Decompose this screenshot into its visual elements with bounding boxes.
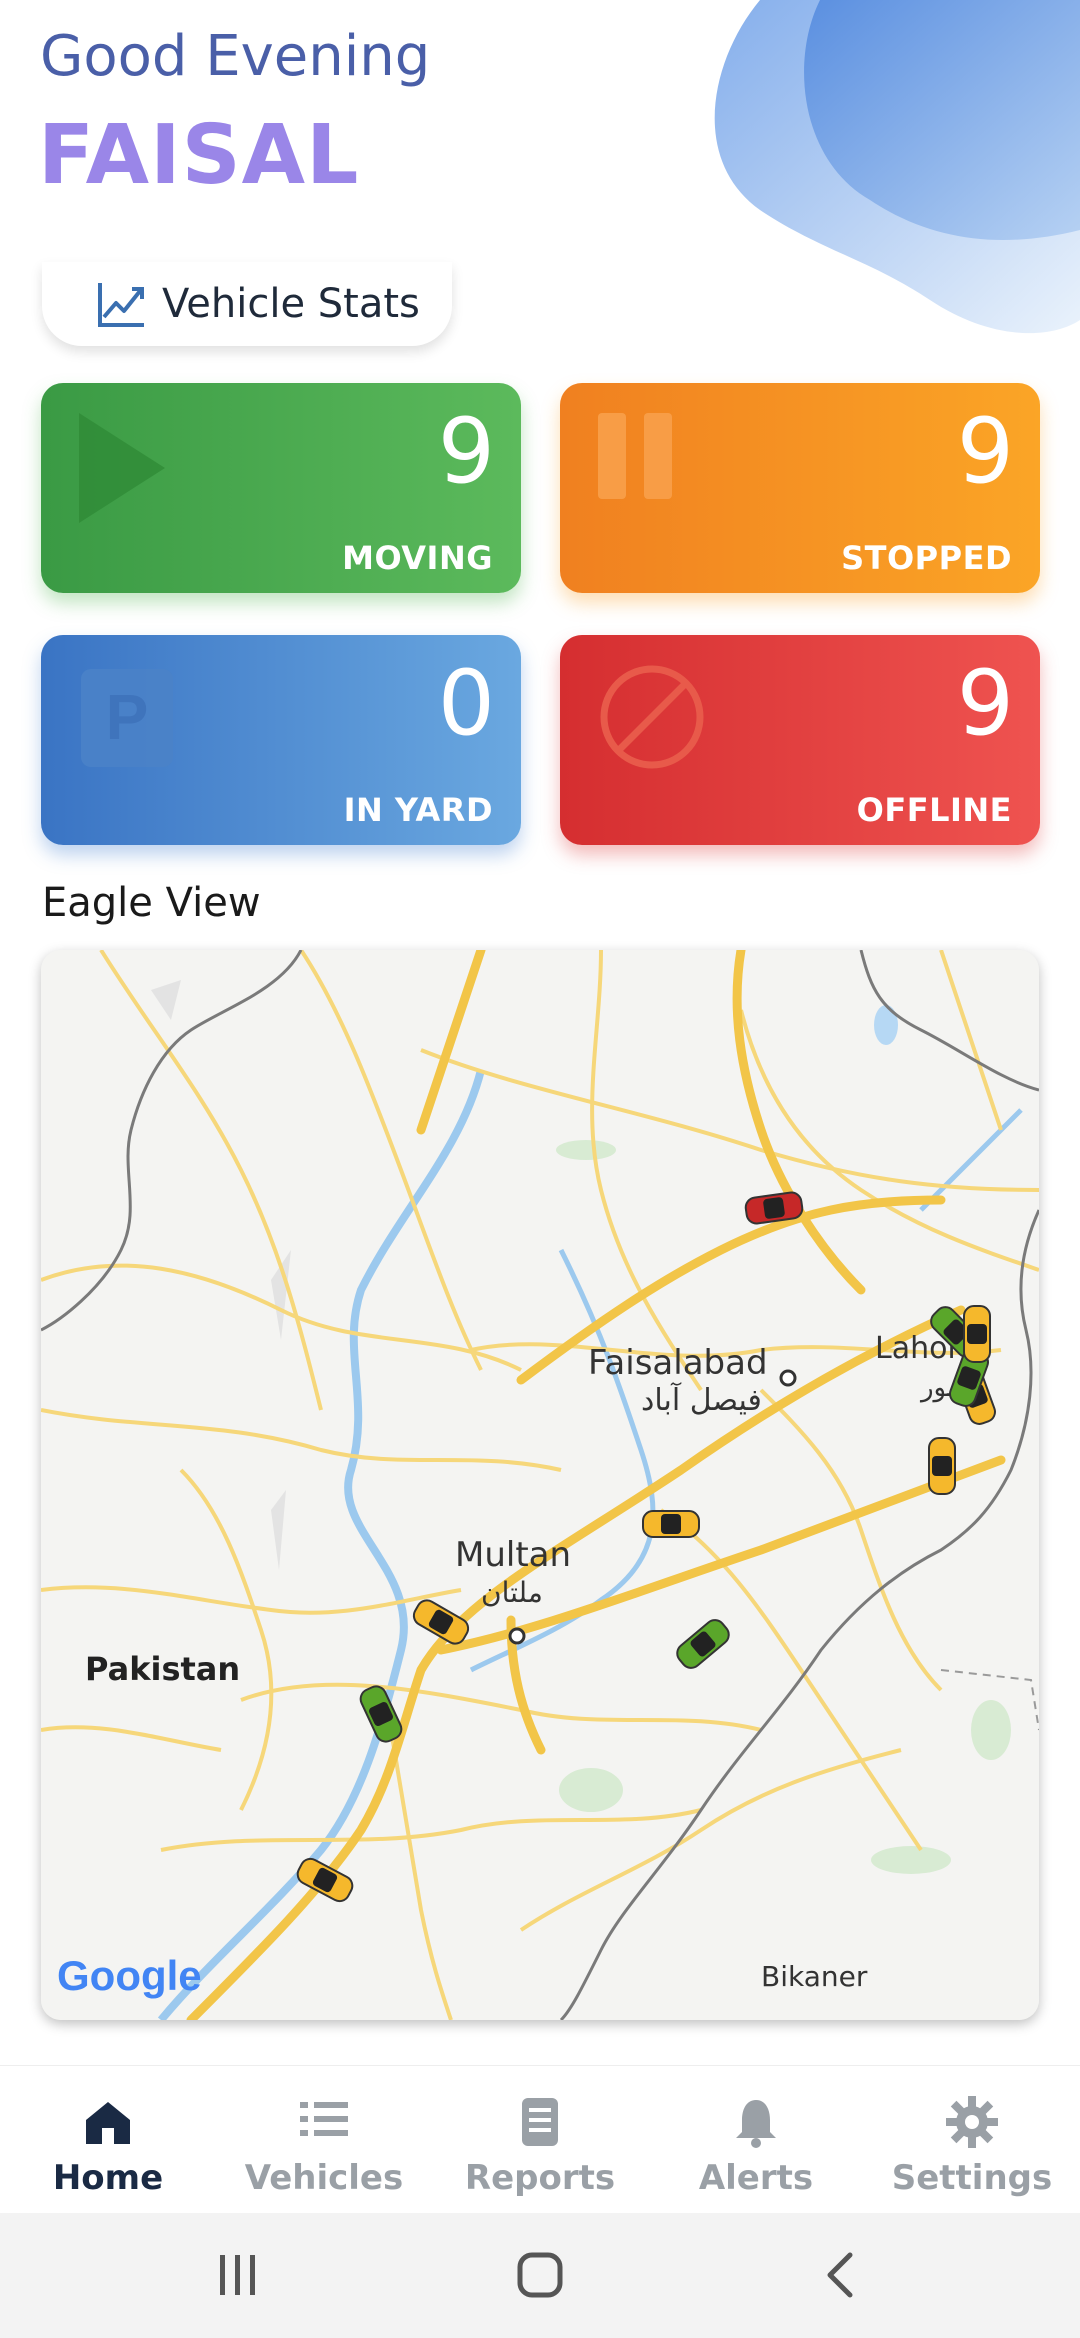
moving-count: 9: [437, 399, 495, 504]
in-yard-card[interactable]: P 0 IN YARD: [41, 635, 521, 845]
play-icon: [79, 413, 165, 523]
nav-label-reports: Reports: [464, 2158, 616, 2198]
google-attribution: Google: [57, 1952, 202, 1999]
nav-item-home[interactable]: Home: [0, 2066, 216, 2214]
nav-item-reports[interactable]: Reports: [432, 2066, 648, 2214]
recent-apps-icon[interactable]: [206, 2243, 270, 2307]
vehicle-stats-label: Vehicle Stats: [162, 281, 420, 327]
offline-label: OFFLINE: [856, 791, 1012, 829]
stopped-card[interactable]: 9 STOPPED: [560, 383, 1040, 593]
home-icon: [86, 2102, 130, 2144]
vehicle-marker-yellow[interactable]: [928, 1437, 956, 1495]
bell-icon: [736, 2100, 776, 2148]
in-yard-label: IN YARD: [343, 791, 493, 829]
nav-item-settings[interactable]: Settings: [864, 2066, 1080, 2214]
map-label-faisalabad: Faisalabad: [588, 1343, 768, 1383]
decorative-blob: [714, 0, 1080, 334]
svg-text:P: P: [106, 681, 149, 753]
vehicle-stats-button[interactable]: Vehicle Stats: [42, 262, 452, 346]
bottom-nav: Home Vehicles Reports Alerts Settings: [0, 2065, 1080, 2214]
eagle-view-map[interactable]: Faisalabad فیصل آباد Lahore لاہور Multan…: [41, 950, 1039, 2020]
system-navigation-bar: [0, 2213, 1080, 2338]
pause-icon: [598, 413, 672, 499]
report-icon: [522, 2098, 558, 2146]
moving-card[interactable]: 9 MOVING: [41, 383, 521, 593]
map-label-multan: Multan: [455, 1535, 571, 1575]
nav-label-alerts: Alerts: [698, 2158, 814, 2198]
map-label-multan-urdu: ملتان: [481, 1576, 543, 1609]
moving-label: MOVING: [342, 539, 493, 577]
in-yard-count: 0: [437, 651, 495, 756]
offline-card[interactable]: 9 OFFLINE: [560, 635, 1040, 845]
parking-icon: P: [81, 669, 173, 767]
user-name: FAISAL: [38, 108, 360, 203]
map-label-faisalabad-urdu: فیصل آباد: [641, 1382, 762, 1418]
system-home-icon[interactable]: [508, 2243, 572, 2307]
trend-chart-icon: [98, 283, 144, 327]
nav-label-home: Home: [52, 2158, 164, 2198]
map-canvas: Faisalabad فیصل آباد Lahore لاہور Multan…: [41, 950, 1039, 2020]
gear-icon: [946, 2096, 998, 2148]
vehicle-marker-yellow[interactable]: [642, 1510, 700, 1538]
nav-item-alerts[interactable]: Alerts: [648, 2066, 864, 2214]
map-label-pakistan: Pakistan: [85, 1650, 240, 1688]
list-icon: [300, 2102, 348, 2136]
offline-count: 9: [956, 651, 1014, 756]
nav-label-vehicles: Vehicles: [244, 2158, 404, 2198]
back-icon[interactable]: [810, 2243, 874, 2307]
block-icon: [600, 665, 704, 769]
greeting-text: Good Evening: [40, 24, 431, 89]
stopped-count: 9: [956, 399, 1014, 504]
map-label-bikaner: Bikaner: [761, 1960, 868, 1993]
eagle-view-title: Eagle View: [42, 880, 261, 926]
nav-label-settings: Settings: [891, 2158, 1053, 2198]
nav-item-vehicles[interactable]: Vehicles: [216, 2066, 432, 2214]
stopped-label: STOPPED: [841, 539, 1012, 577]
vehicle-marker-yellow[interactable]: [963, 1305, 991, 1363]
